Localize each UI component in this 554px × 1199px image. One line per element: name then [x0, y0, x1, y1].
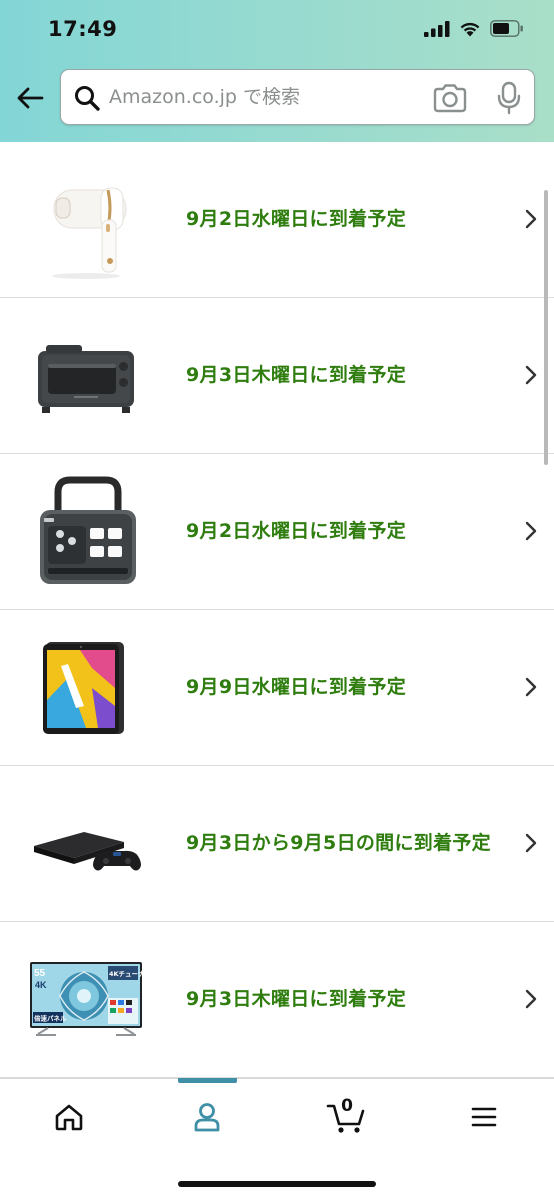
hamburger-menu-icon: [471, 1107, 497, 1127]
product-image-television: 55 4K 4Kチューナー内蔵 倍速パネル: [28, 940, 144, 1060]
chevron-right-icon: [525, 209, 537, 229]
product-image-tablet: [28, 628, 144, 748]
order-list: 9月2日水曜日に到着予定 9月3日木曜日に到着予定 9月2日水曜日に到着予定 9…: [0, 142, 554, 1078]
chevron-right-icon: [525, 833, 537, 853]
screen: 17:49 Amazon.co.jp で検索 9月2日水曜日に到着予定 9月3日…: [0, 0, 554, 1199]
order-item[interactable]: 9月9日水曜日に到着予定: [0, 610, 554, 766]
back-button[interactable]: [14, 82, 46, 114]
person-icon: [194, 1103, 220, 1132]
delivery-estimate: 9月2日水曜日に到着予定: [186, 208, 407, 230]
status-icons: [424, 20, 524, 37]
scrollbar[interactable]: [544, 190, 548, 465]
tv-4k-label: 4K: [35, 980, 47, 990]
header: 17:49: [0, 0, 554, 142]
wifi-icon: [460, 22, 480, 36]
search-icon: [75, 86, 100, 111]
search-bar[interactable]: [60, 69, 535, 125]
tv-panel-label: 倍速パネル: [34, 1014, 67, 1023]
nav-account-button[interactable]: [177, 1097, 237, 1137]
product-image-toaster: [28, 316, 144, 436]
signal-icon: [424, 20, 450, 37]
status-time: 17:49: [48, 17, 118, 41]
order-item[interactable]: 55 4K 4Kチューナー内蔵 倍速パネル: [0, 922, 554, 1078]
tv-tuner-label: 4Kチューナー内蔵: [109, 969, 144, 978]
product-image-power-station: [28, 472, 144, 592]
product-image-hair-dryer: [28, 160, 144, 280]
nav-cart-button[interactable]: 0: [316, 1096, 376, 1137]
delivery-estimate: 9月9日水曜日に到着予定: [186, 676, 407, 698]
nav-home-button[interactable]: [39, 1097, 99, 1137]
tv-size-label: 55: [34, 968, 46, 979]
search-input[interactable]: [109, 70, 409, 124]
order-item[interactable]: 9月3日木曜日に到着予定: [0, 298, 554, 454]
battery-icon: [490, 20, 523, 37]
camera-icon[interactable]: [432, 82, 468, 114]
product-image-game-console: [28, 784, 144, 904]
cart-count-badge: 0: [341, 1096, 353, 1116]
active-tab-indicator: [178, 1078, 237, 1083]
chevron-right-icon: [525, 677, 537, 697]
delivery-estimate: 9月2日水曜日に到着予定: [186, 520, 407, 542]
nav-menu-button[interactable]: [454, 1097, 514, 1137]
home-indicator-bar[interactable]: [178, 1181, 376, 1187]
chevron-right-icon: [525, 989, 537, 1009]
home-icon: [55, 1104, 83, 1131]
back-arrow-icon: [17, 87, 44, 109]
delivery-estimate: 9月3日木曜日に到着予定: [186, 364, 407, 386]
order-item[interactable]: 9月2日水曜日に到着予定: [0, 454, 554, 610]
order-item[interactable]: 9月2日水曜日に到着予定: [0, 142, 554, 298]
delivery-estimate: 9月3日木曜日に到着予定: [186, 988, 407, 1010]
microphone-icon[interactable]: [497, 81, 521, 115]
chevron-right-icon: [525, 521, 537, 541]
chevron-right-icon: [525, 365, 537, 385]
order-item[interactable]: 9月3日から9月5日の間に到着予定: [0, 766, 554, 922]
delivery-estimate: 9月3日から9月5日の間に到着予定: [186, 832, 491, 854]
